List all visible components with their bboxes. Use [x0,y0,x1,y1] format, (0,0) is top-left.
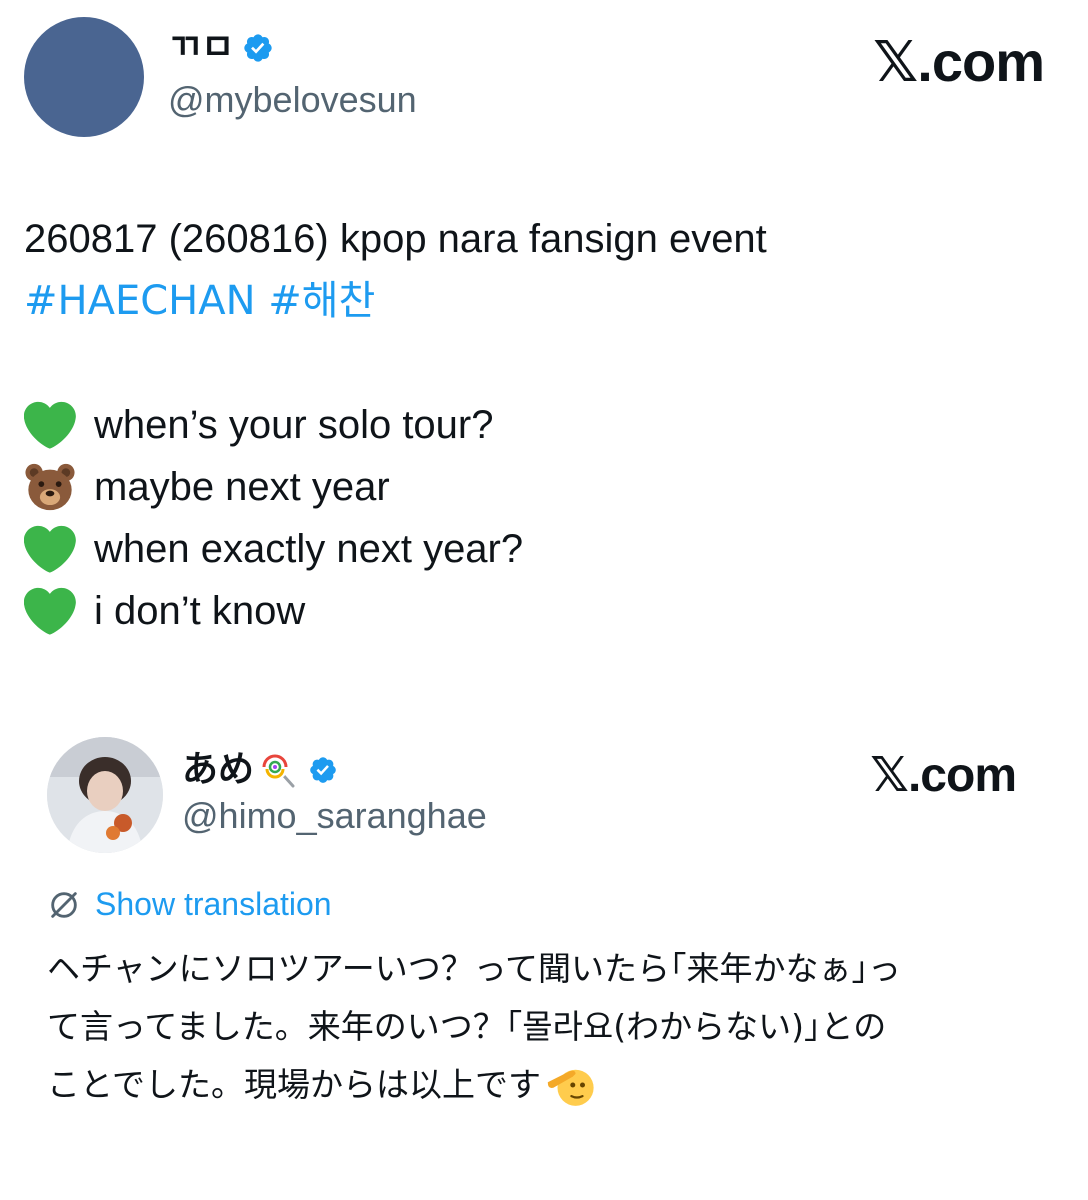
green-heart-icon [24,587,76,635]
quote-text-last: ことでした。現場からは以上です [47,1065,542,1104]
green-heart-icon [24,401,76,449]
dialogue-text: i don’t know [94,589,306,633]
dialogue-line: when exactly next year? [24,518,1064,580]
main-tweet-text: 260817 (260816) kpop nara fansign event … [24,208,1064,642]
show-translation-button[interactable]: Show translation [47,886,332,923]
verified-badge-icon [310,757,336,783]
dialogue-line: maybe next year [24,456,1064,518]
show-translation-label[interactable]: Show translation [95,886,332,923]
quote-handle[interactable]: @himo_saranghae [182,796,487,836]
main-handle[interactable]: @mybelovesun [168,80,417,120]
dialogue-line: when’s your solo tour? [24,394,1064,456]
event-line: 260817 (260816) kpop nara fansign event [24,217,767,261]
quote-display-name[interactable]: あめ [182,752,254,788]
bear-face-icon [25,463,75,511]
x-brand-logo: 𝕏.com [870,749,1017,802]
main-avatar[interactable] [24,17,144,137]
dialogue-text: when exactly next year? [94,527,524,571]
quote-tweet-text: ヘチャンにソロツアーいつ？って聞いたら｢来年かなぁ｣っ て言ってました。来年のい… [47,940,1047,1114]
globe-slash-icon [51,891,77,918]
main-display-name[interactable]: ㄲㅁ [168,30,234,66]
x-brand-logo: 𝕏.com [873,30,1045,93]
dialogue-text: when’s your solo tour? [94,403,494,447]
quote-text-line-last: ことでした。現場からは以上です [47,1056,1047,1114]
green-heart-icon [24,525,76,573]
hashtags-line[interactable]: #HAECHAN #해찬 [24,270,1064,332]
saluting-face-icon [547,1069,594,1106]
quote-name-row[interactable]: あめ [182,752,338,788]
quote-text-line: ヘチャンにソロツアーいつ？って聞いたら｢来年かなぁ｣っ [47,949,902,988]
quote-text-line: て言ってました。来年のいつ？｢몰라요(わからない)｣との [47,1007,887,1046]
dialogue-text: maybe next year [94,465,390,509]
verified-badge-icon [244,34,272,62]
lollipop-icon [262,754,295,788]
main-name-row[interactable]: ㄲㅁ [168,30,274,66]
dialogue-line: i don’t know [24,580,1064,642]
quote-avatar[interactable] [47,737,163,853]
profile-photo [47,737,163,853]
paragraph-break [24,332,1064,394]
